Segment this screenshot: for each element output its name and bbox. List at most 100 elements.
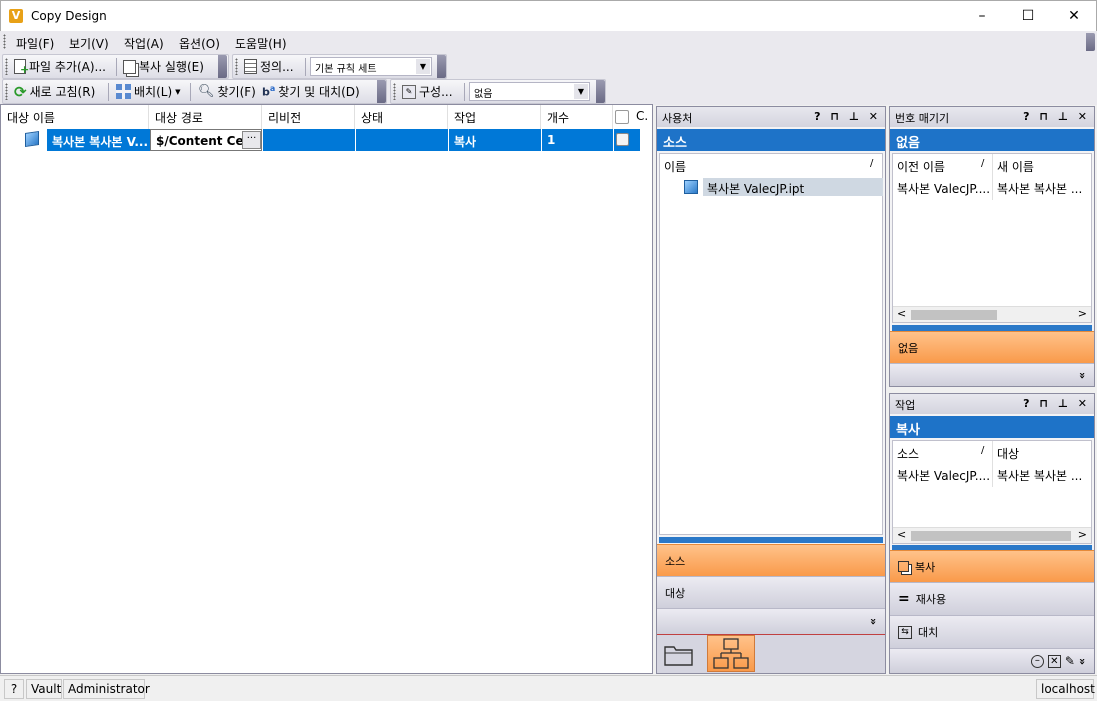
column-header-revision[interactable]: 리비전 (262, 105, 355, 129)
edit-icon[interactable]: ✎ (1065, 654, 1075, 668)
layout-button[interactable]: 배치(L) ▼ (113, 81, 184, 102)
numbering-panel-title: 번호 매기기 (895, 112, 950, 125)
toolbar-overflow-button[interactable] (596, 80, 605, 103)
sort-indicator-icon: / (981, 158, 985, 169)
cell-target-name[interactable]: 복사본 복사본 V... (47, 129, 149, 151)
configure-button[interactable]: ✎ 구성... (399, 81, 456, 102)
chevron-down-icon[interactable]: ▼ (416, 59, 430, 74)
ruleset-select[interactable]: 기본 규칙 세트 ▼ (310, 57, 432, 76)
horizontal-scrollbar[interactable]: < > (893, 527, 1091, 543)
add-file-button[interactable]: + 파일 추가(A)... (11, 56, 109, 77)
scroll-left-icon[interactable]: < (897, 307, 906, 320)
col-source[interactable]: 소스 (897, 445, 919, 462)
row-checkbox[interactable] (616, 133, 629, 146)
toolbar-grip[interactable] (235, 58, 238, 75)
section-reuse[interactable]: = 재사용 (890, 582, 1094, 615)
panel-control-buttons[interactable]: ? ⊓ ⊥ ✕ (1023, 397, 1090, 410)
section-none[interactable]: 없음 (890, 331, 1094, 363)
filter-select-value: 없음 (474, 89, 493, 100)
row-target[interactable]: 복사본 복사본 ... (997, 467, 1091, 484)
column-header-target-path[interactable]: 대상 경로 (149, 105, 262, 129)
hierarchy-view-button[interactable] (707, 635, 755, 672)
scroll-right-icon[interactable]: > (1078, 528, 1087, 541)
select-all-checkbox[interactable] (615, 110, 629, 124)
menu-action[interactable]: 작업(A) (124, 35, 164, 52)
action-band[interactable]: 복사 (890, 416, 1094, 438)
menu-help[interactable]: 도움말(H) (235, 35, 287, 52)
col-new-name[interactable]: 새 이름 (997, 158, 1034, 175)
menu-options[interactable]: 옵션(O) (179, 35, 220, 52)
column-header-target-name[interactable]: 대상 이름 (1, 105, 149, 129)
column-header-state[interactable]: 상태 (355, 105, 448, 129)
toolbar-overflow-button[interactable] (377, 80, 386, 103)
refresh-button[interactable]: ⟳ 새로 고침(R) (11, 81, 98, 102)
toolbar-overflow-button[interactable] (437, 55, 446, 78)
scroll-thumb[interactable] (911, 310, 997, 320)
window-title: Copy Design (31, 9, 107, 23)
cell-count[interactable]: 1 (542, 129, 612, 151)
magnifier-icon: 🔍︎ (198, 84, 215, 99)
close-button[interactable]: ✕ (1051, 1, 1097, 32)
scroll-thumb[interactable] (911, 531, 1071, 541)
overflow-chevron-icon[interactable]: » (867, 618, 880, 625)
row-source[interactable]: 복사본 ValecJP.... (897, 467, 991, 484)
scroll-left-icon[interactable]: < (897, 528, 906, 541)
menu-file[interactable]: 파일(F) (16, 35, 54, 52)
panel-control-buttons[interactable]: ? ⊓ ⊥ ✕ (1023, 110, 1090, 123)
toolbar-ruleset: 정의... 기본 규칙 세트 ▼ (232, 54, 447, 79)
toolbar-grip[interactable] (5, 83, 8, 100)
row-old-name[interactable]: 복사본 ValecJP.... (897, 180, 991, 197)
toolbar-configure: ✎ 구성... 없음 ▼ (390, 79, 606, 104)
numbering-band[interactable]: 없음 (890, 129, 1094, 151)
section-source[interactable]: 소스 (657, 544, 885, 576)
panel-control-buttons[interactable]: ? ⊓ ⊥ ✕ (814, 110, 881, 123)
column-header-count[interactable]: 개수 (541, 105, 613, 129)
overflow-chevron-icon[interactable]: » (1076, 371, 1089, 378)
copy-icon (123, 59, 136, 74)
toolbar-overflow-button[interactable] (218, 55, 227, 78)
column-header-action[interactable]: 작업 (448, 105, 541, 129)
column-header-c[interactable]: C. (632, 105, 652, 129)
cell-state[interactable] (356, 129, 448, 151)
find-button[interactable]: 🔍︎ 찾기(F) (195, 81, 259, 102)
cell-revision[interactable] (263, 129, 355, 151)
toolbar-grip[interactable] (5, 58, 8, 75)
browse-path-button[interactable]: ··· (242, 131, 261, 149)
status-vault: Vault (26, 679, 62, 699)
horizontal-scrollbar[interactable]: < > (893, 306, 1091, 322)
section-copy[interactable]: 복사 (890, 550, 1094, 582)
filter-select[interactable]: 없음 ▼ (469, 82, 590, 101)
toolbar-grip[interactable] (393, 83, 396, 100)
menu-view[interactable]: 보기(V) (69, 35, 109, 52)
remove-icon[interactable]: – (1030, 654, 1044, 668)
list-icon (244, 59, 257, 74)
layout-icon (116, 84, 131, 99)
run-copy-button[interactable]: 복사 실행(E) (120, 56, 207, 77)
usage-col-name[interactable]: 이름 (664, 158, 686, 175)
column-divider (992, 154, 993, 200)
section-target[interactable]: 대상 (657, 576, 885, 608)
section-copy-label: 복사 (915, 560, 936, 574)
maximize-button[interactable]: ☐ (1005, 1, 1051, 32)
delete-icon[interactable]: ✕ (1047, 654, 1061, 668)
define-label: 정의... (260, 60, 294, 74)
row-new-name[interactable]: 복사본 복사본 ... (997, 180, 1091, 197)
chevron-down-icon[interactable]: ▼ (574, 84, 588, 99)
define-button[interactable]: 정의... (241, 56, 297, 77)
col-old-name[interactable]: 이전 이름 (897, 158, 945, 175)
menu-grip[interactable] (3, 34, 6, 49)
section-replace[interactable]: ⇆ 대치 (890, 615, 1094, 648)
splitter-handle[interactable] (659, 537, 883, 543)
col-target[interactable]: 대상 (997, 445, 1019, 462)
overflow-chevron-icon[interactable]: » (1076, 657, 1089, 664)
usage-band[interactable]: 소스 (657, 129, 885, 151)
configure-icon: ✎ (402, 84, 416, 99)
find-replace-button[interactable]: ba 찾기 및 대치(D) (259, 81, 363, 102)
scroll-right-icon[interactable]: > (1078, 307, 1087, 320)
usage-item[interactable]: 복사본 ValecJP.ipt (703, 178, 883, 196)
folder-view-button[interactable] (663, 641, 695, 667)
help-icon[interactable]: ? (4, 679, 24, 699)
minimize-button[interactable]: – (959, 1, 1005, 32)
menu-overflow-button[interactable] (1086, 33, 1095, 51)
cell-action[interactable]: 복사 (449, 129, 541, 151)
